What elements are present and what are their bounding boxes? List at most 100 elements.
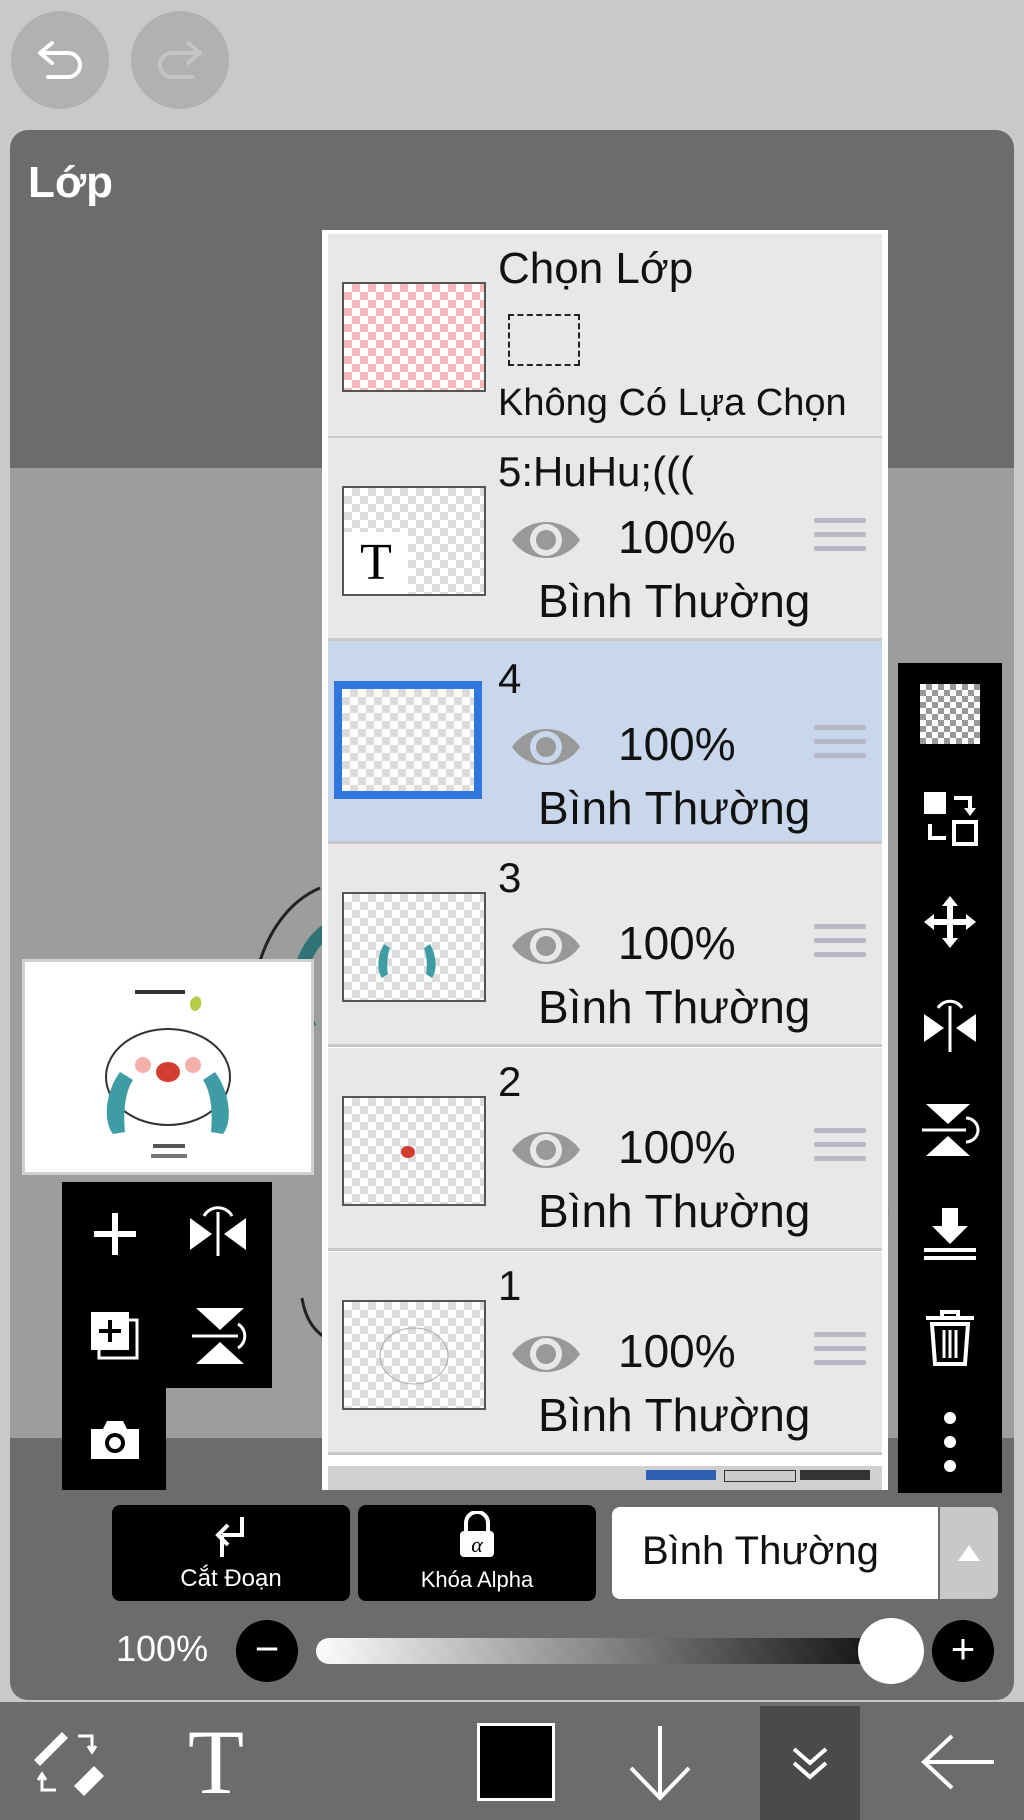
layer-opacity: 100% [618,1121,736,1173]
layer-name: 3 [498,854,522,901]
opacity-label: 100% [116,1628,209,1669]
panel-title: Lớp [28,158,114,207]
tool-switch-button[interactable] [18,1710,118,1814]
layer-thumbnail [334,681,482,799]
flip-horizontal-icon [190,1206,246,1256]
flip-horizontal-layer-button[interactable] [912,988,988,1064]
undo-icon [38,41,82,79]
layer-name: 4 [498,655,522,702]
flip-vertical-button[interactable] [178,1296,258,1376]
blend-mode-value: Bình Thường [642,1529,879,1573]
move-button[interactable] [912,884,988,960]
lock-icon: α [460,1511,494,1557]
layer-blend-mode: Bình Thường [538,1185,811,1237]
blend-mode-select[interactable]: Bình Thường [612,1507,938,1599]
undo-button[interactable] [11,11,109,109]
flip-vertical-icon [922,1104,980,1156]
merge-down-button[interactable] [912,1196,988,1272]
layer-row[interactable]: 1 100% Bình Thường [328,1252,882,1455]
svg-text:α: α [471,1532,483,1557]
layer-panel-toggle-button[interactable] [760,1706,860,1820]
layer-blend-mode: Bình Thường [538,575,811,627]
drag-handle-icon[interactable] [814,924,866,966]
selection-layer-row[interactable]: Chọn Lớp Không Có Lựa Chọn [328,234,882,439]
visibility-eye-icon[interactable] [510,920,582,972]
current-color-swatch [477,1723,555,1801]
layer-row[interactable]: 2 100% Bình Thường [328,1048,882,1251]
visibility-eye-icon[interactable] [510,1124,582,1176]
swap-icon [924,792,978,846]
flip-horizontal-button[interactable] [178,1194,258,1274]
drag-handle-icon[interactable] [814,725,866,767]
selection-marquee-icon [508,314,580,366]
clipping-icon [215,1517,244,1557]
opacity-decrease-button[interactable]: − [236,1620,298,1682]
camera-icon [91,1421,139,1459]
alpha-lock-label: Khóa Alpha [420,1567,534,1592]
drag-handle-icon[interactable] [814,518,866,560]
flip-vertical-icon [192,1308,247,1364]
text-layer-glyph: T [344,532,408,594]
selection-layer-thumbnail [342,282,486,392]
visibility-eye-icon[interactable] [510,721,582,773]
camera-button[interactable] [75,1400,155,1480]
trash-icon [926,1310,974,1366]
layer-name: 2 [498,1058,522,1105]
swap-layer-button[interactable] [912,780,988,856]
arrow-down-icon [629,1726,691,1801]
redo-button[interactable] [131,11,229,109]
layer-opacity: 100% [618,917,736,969]
layer-name: 1 [498,1262,522,1309]
opacity-slider-knob[interactable] [858,1618,924,1684]
plus-icon [94,1213,136,1255]
drag-handle-icon[interactable] [814,1332,866,1374]
layer-list-scroll-edge [328,1466,882,1490]
more-options-button[interactable] [912,1404,988,1480]
layer-opacity: 100% [618,1325,736,1377]
move-layer-down-button[interactable] [610,1710,710,1814]
text-tool-icon: T [187,1711,245,1813]
alpha-lock-button[interactable]: α Khóa Alpha [358,1505,596,1601]
layer-opacity: 100% [618,718,736,770]
move-icon [924,896,976,948]
drag-handle-icon[interactable] [814,1128,866,1170]
transparency-button[interactable] [912,676,988,752]
brush-eraser-icon [34,1732,104,1796]
layer-thumbnail: T [342,486,486,596]
layer-blend-mode: Bình Thường [538,981,811,1033]
text-tool-button[interactable]: T [166,1710,266,1814]
color-picker-button[interactable] [466,1710,566,1814]
arrow-left-icon [921,1734,994,1790]
redo-icon [158,41,202,79]
minus-icon: − [254,1625,280,1672]
visibility-eye-icon[interactable] [510,1328,582,1380]
flip-horizontal-icon [924,999,976,1052]
selection-layer-title: Chọn Lớp [498,244,694,293]
opacity-increase-button[interactable]: + [932,1620,994,1682]
double-chevron-down-icon [792,1747,828,1780]
add-layer-button[interactable] [75,1194,155,1274]
layer-blend-mode: Bình Thường [538,782,811,834]
merge-down-icon [924,1208,976,1260]
layer-opacity: 100% [618,511,736,563]
layer-thumbnail [342,1300,486,1410]
canvas-preview [22,959,314,1175]
duplicate-layer-icon [91,1312,139,1360]
delete-layer-button[interactable] [912,1300,988,1376]
back-button[interactable] [908,1710,1008,1814]
layer-thumbnail [342,1096,486,1206]
flip-vertical-layer-button[interactable] [912,1092,988,1168]
selection-status: Không Có Lựa Chọn [498,382,847,424]
plus-icon: + [950,1625,976,1672]
clipping-button[interactable]: Cắt Đoạn [112,1505,350,1601]
layer-row-selected[interactable]: 4 100% Bình Thường [328,641,882,844]
duplicate-layer-button[interactable] [75,1296,155,1376]
layer-row[interactable]: T 5:HuHu;((( 100% Bình Thường [328,438,882,641]
layer-list[interactable]: Chọn Lớp Không Có Lựa Chọn T 5:HuHu;((( … [322,230,888,1490]
opacity-slider[interactable] [316,1638,896,1664]
layer-name: 5:HuHu;((( [498,448,695,495]
layer-row[interactable]: 3 100% Bình Thường [328,844,882,1047]
visibility-eye-icon[interactable] [510,514,582,566]
clipping-label: Cắt Đoạn [180,1565,282,1592]
blend-mode-dropdown-button[interactable] [940,1507,998,1599]
